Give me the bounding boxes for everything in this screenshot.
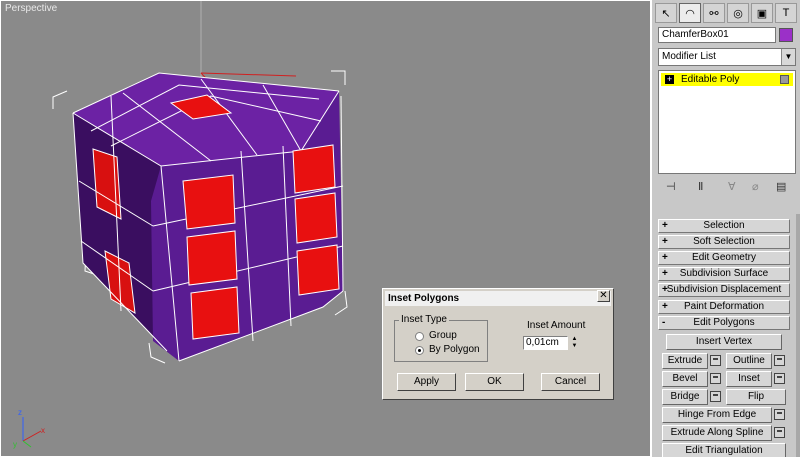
stack-item-label: Editable Poly (681, 74, 740, 85)
object-name-field[interactable]: ChamferBox01 (658, 27, 776, 43)
rollout-label: Subdivision Displacement (666, 284, 782, 295)
extrude-spline-settings-icon[interactable] (774, 427, 785, 438)
hinge-settings-icon[interactable] (774, 409, 785, 420)
rollout-sign: + (662, 252, 668, 263)
bridge-button[interactable]: Bridge (662, 389, 708, 405)
inset-settings-icon[interactable] (774, 373, 785, 384)
svg-text:x: x (41, 426, 45, 435)
show-end-result-icon[interactable]: Ⅱ (698, 180, 703, 193)
object-color-swatch[interactable] (779, 28, 793, 42)
inset-button[interactable]: Inset (726, 371, 772, 387)
gizmo-x-line (200, 72, 297, 77)
svg-text:y: y (13, 440, 17, 449)
rollout-edit-geometry[interactable]: + Edit Geometry (658, 251, 790, 265)
pin-stack-icon[interactable]: ⊣ (666, 180, 676, 193)
extrude-button[interactable]: Extrude (662, 353, 708, 369)
rollout-subdivision-displacement[interactable]: + Subdivision Displacement (658, 283, 790, 297)
svg-text:z: z (18, 408, 22, 417)
rollout-sign: - (662, 317, 666, 328)
extrude-along-spline-button[interactable]: Extrude Along Spline (662, 425, 772, 441)
expand-icon[interactable]: + (665, 75, 674, 84)
bevel-button[interactable]: Bevel (662, 371, 708, 387)
rollout-subdivision-surface[interactable]: + Subdivision Surface (658, 267, 790, 281)
inset-type-label: Inset Type (399, 314, 449, 325)
hierarchy-tab-icon[interactable]: ⚯ (703, 3, 725, 23)
rollout-label: Selection (703, 220, 745, 231)
remove-modifier-icon[interactable]: ⌀ (752, 180, 759, 193)
create-tab-icon[interactable]: ↖ (655, 3, 677, 23)
chevron-down-icon[interactable]: ▼ (781, 49, 795, 65)
close-icon[interactable]: ✕ (597, 290, 610, 302)
insert-vertex-button[interactable]: Insert Vertex (666, 334, 782, 350)
by-polygon-radio-label[interactable]: By Polygon (429, 344, 480, 355)
bevel-settings-icon[interactable] (710, 373, 721, 384)
command-panel: ↖ ◠ ⚯ ◎ ▣ T ChamferBox01 Modifier List ▼… (652, 0, 800, 457)
by-polygon-radio[interactable] (415, 346, 424, 355)
rollout-edit-polygons[interactable]: - Edit Polygons (658, 316, 790, 330)
dialog-title: Inset Polygons (385, 291, 611, 306)
rollout-label: Edit Polygons (693, 317, 755, 328)
inset-amount-label: Inset Amount (527, 320, 586, 331)
axis-tripod-icon: z x y (13, 408, 45, 449)
light-bulb-icon[interactable] (780, 75, 789, 84)
rollout-soft-selection[interactable]: + Soft Selection (658, 235, 790, 249)
modifier-list-dropdown[interactable]: Modifier List ▼ (658, 48, 796, 66)
inset-amount-spinner[interactable]: ▲ ▼ (570, 336, 579, 350)
configure-modifier-sets-icon[interactable]: ▤ (776, 180, 786, 193)
motion-tab-icon[interactable]: ◎ (727, 3, 749, 23)
inset-amount-input[interactable]: 0,01cm (523, 336, 568, 350)
perspective-viewport[interactable]: Perspective z x y Inset Polygons ✕ Inset… (0, 0, 652, 457)
rollout-list: + Selection + Soft Selection + Edit Geometr… (656, 214, 796, 457)
inset-type-group (394, 320, 488, 362)
rollout-paint-deformation[interactable]: + Paint Deformation (658, 300, 790, 314)
display-tab-icon[interactable]: ▣ (751, 3, 773, 23)
outline-button[interactable]: Outline (726, 353, 772, 369)
rollout-selection[interactable]: + Selection (658, 219, 790, 233)
rollout-sign: + (662, 301, 668, 312)
flip-button[interactable]: Flip (726, 389, 786, 405)
outline-settings-icon[interactable] (774, 355, 785, 366)
panel-scrollbar[interactable] (796, 214, 800, 457)
group-radio-label[interactable]: Group (429, 330, 457, 341)
rollout-sign: + (662, 220, 668, 231)
bridge-settings-icon[interactable] (710, 391, 721, 402)
stack-item-editable-poly[interactable]: + Editable Poly (661, 73, 793, 86)
modifier-list-label: Modifier List (662, 51, 716, 62)
rollout-label: Edit Geometry (692, 252, 756, 263)
ok-button[interactable]: OK (465, 373, 524, 391)
apply-button[interactable]: Apply (397, 373, 456, 391)
stack-toolbar: ⊣ Ⅱ ∀ ⌀ ▤ (658, 180, 796, 196)
inset-polygons-dialog: Inset Polygons ✕ Inset Type Group By Pol… (382, 288, 614, 400)
edit-triangulation-button[interactable]: Edit Triangulation (662, 443, 786, 457)
rollout-label: Soft Selection (693, 236, 755, 247)
rollout-sign: + (662, 236, 668, 247)
hinge-from-edge-button[interactable]: Hinge From Edge (662, 407, 772, 423)
rollout-sign: + (662, 284, 668, 295)
rollout-sign: + (662, 268, 668, 279)
modifier-stack[interactable]: + Editable Poly (658, 70, 796, 174)
modify-tab-icon[interactable]: ◠ (679, 3, 701, 23)
rollout-label: Paint Deformation (683, 301, 765, 312)
make-unique-icon[interactable]: ∀ (728, 180, 736, 193)
extrude-settings-icon[interactable] (710, 355, 721, 366)
rollout-label: Subdivision Surface (679, 268, 769, 279)
group-radio[interactable] (415, 332, 424, 341)
cancel-button[interactable]: Cancel (541, 373, 600, 391)
utilities-tab-icon[interactable]: T (775, 3, 797, 23)
